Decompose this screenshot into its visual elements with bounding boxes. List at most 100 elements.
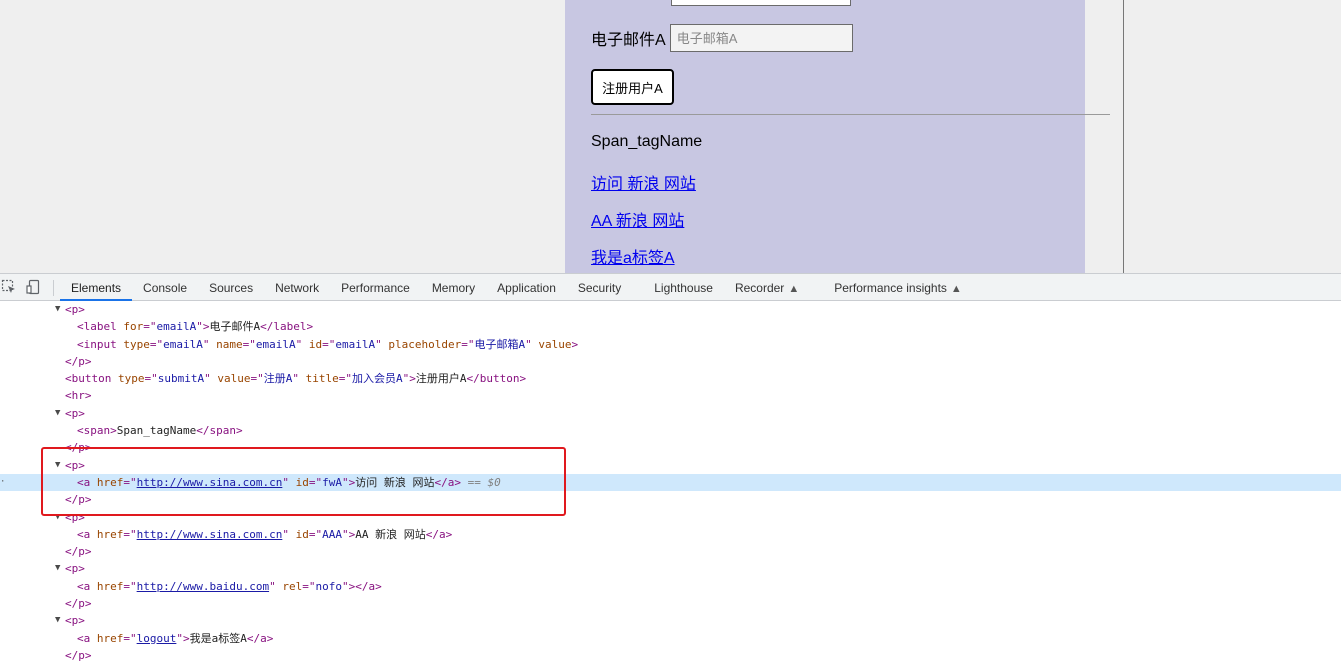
attr-name: href: [96, 579, 124, 593]
tab-performance-insights-label: Performance insights: [834, 281, 947, 295]
devtools-toolbar: Elements Console Sources Network Perform…: [0, 273, 1341, 301]
expand-triangle-icon[interactable]: ▼: [55, 301, 60, 318]
dom-node-p-close[interactable]: </p>: [0, 543, 1341, 560]
tab-console[interactable]: Console: [132, 274, 198, 301]
dom-node-a-selected[interactable]: · <a href="http://www.sina.com.cn" id="fw…: [0, 473, 1341, 492]
link-a-tag[interactable]: 我是a标签A: [591, 244, 675, 268]
dom-node-span[interactable]: <span>Span_tagName</span>: [0, 422, 1341, 439]
selected-row-marker: ·: [0, 476, 6, 487]
attr-name: rel: [282, 579, 303, 593]
expand-triangle-icon[interactable]: ▼: [55, 509, 60, 526]
dom-node-a[interactable]: <a href="logout">我是a标签A</a>: [0, 630, 1341, 647]
tag-name: a: [447, 475, 455, 489]
dom-node-a[interactable]: <a href="http://www.sina.com.cn" id="AAA…: [0, 526, 1341, 543]
tag-name: button: [71, 372, 112, 386]
tag-name: hr: [71, 389, 85, 403]
attr-value: AAA: [322, 527, 342, 541]
attr-name: id: [308, 337, 323, 351]
attr-value: 加入会员A: [351, 372, 403, 386]
expand-triangle-icon[interactable]: ▼: [55, 405, 60, 422]
attr-value: 注册A: [263, 372, 293, 386]
expand-triangle-icon[interactable]: ▼: [55, 457, 60, 474]
node-text: 访问 新浪 网站: [355, 475, 435, 489]
tab-recorder[interactable]: Recorder ▲: [724, 274, 823, 301]
attr-value: emailA: [255, 337, 296, 351]
email-row: 电子邮件A: [591, 24, 853, 52]
tab-sources[interactable]: Sources: [198, 274, 264, 301]
dom-node-p[interactable]: ▼ <p>: [0, 301, 1341, 318]
tag-name: a: [83, 475, 91, 489]
tag-name: a: [83, 527, 91, 541]
tag-name: p: [78, 545, 85, 559]
attr-name: value: [217, 372, 251, 386]
attr-name: value: [538, 337, 572, 351]
tab-lighthouse[interactable]: Lighthouse: [643, 274, 724, 301]
attr-link[interactable]: logout: [137, 632, 177, 645]
tag-name: a: [83, 631, 91, 645]
dom-node-p[interactable]: ▼ <p>: [0, 612, 1341, 629]
dom-node-input[interactable]: <input type="emailA" name="emailA" id="e…: [0, 336, 1341, 353]
tag-name: p: [78, 354, 85, 368]
tab-network[interactable]: Network: [264, 274, 330, 301]
tag-name: p: [71, 406, 79, 420]
inspect-element-icon[interactable]: [1, 279, 17, 295]
attr-link[interactable]: http://www.baidu.com: [137, 580, 269, 593]
tag-name: input: [83, 337, 117, 351]
email-input[interactable]: [669, 24, 853, 52]
tab-performance[interactable]: Performance: [330, 274, 421, 301]
attr-name: for: [123, 320, 144, 334]
dom-node-p[interactable]: ▼ <p>: [0, 509, 1341, 526]
tab-recorder-label: Recorder: [734, 281, 785, 295]
dom-node-button[interactable]: <button type="submitA" value="注册A" title…: [0, 370, 1341, 387]
register-user-button[interactable]: 注册用户A: [591, 69, 674, 105]
span-tagname-text: Span_tagName: [591, 133, 703, 150]
attr-link[interactable]: http://www.sina.com.cn: [137, 476, 283, 489]
dom-node-p-close[interactable]: </p>: [0, 353, 1341, 370]
dom-node-p[interactable]: ▼ <p>: [0, 457, 1341, 474]
page-border: [1123, 0, 1124, 273]
dom-node-p[interactable]: ▼ <p>: [0, 560, 1341, 577]
node-text: Span_tagName: [116, 424, 197, 438]
expand-triangle-icon[interactable]: ▼: [55, 612, 60, 629]
dom-node-p-close[interactable]: </p>: [0, 595, 1341, 612]
attr-name: href: [96, 475, 124, 489]
tab-security[interactable]: Security: [567, 274, 643, 301]
attr-value: emailA: [335, 337, 376, 351]
dom-node-p-close[interactable]: </p>: [0, 439, 1341, 456]
tag-name: label: [273, 320, 307, 334]
tab-performance-insights[interactable]: Performance insights ▲: [823, 274, 973, 301]
tab-memory[interactable]: Memory: [421, 274, 486, 301]
node-text: 我是a标签A: [189, 631, 247, 645]
tag-name: p: [71, 510, 79, 524]
attr-value: fwA: [322, 475, 342, 489]
attr-name: type: [123, 337, 150, 351]
tag-name: span: [83, 424, 111, 438]
previous-input-field[interactable]: [671, 0, 851, 6]
link-visit-sina[interactable]: 访问 新浪 网站: [591, 170, 696, 194]
device-toolbar-icon[interactable]: [26, 279, 42, 295]
dom-node-label[interactable]: <label for="emailA">电子邮件A</label>: [0, 318, 1341, 335]
dom-node-hr[interactable]: <hr>: [0, 387, 1341, 404]
selected-node-marker: == $0: [467, 475, 501, 489]
dom-tree: ▼ <p> <label for="emailA">电子邮件A</label> <…: [0, 301, 1341, 664]
tag-name: p: [71, 614, 79, 628]
dom-node-p[interactable]: ▼ <p>: [0, 405, 1341, 422]
link-aa-sina[interactable]: AA 新浪 网站: [591, 207, 684, 231]
email-label: 电子邮件A: [591, 32, 666, 49]
flask-icon: ▲: [788, 283, 800, 295]
attr-name: href: [96, 631, 124, 645]
tab-application[interactable]: Application: [486, 274, 567, 301]
tag-name: p: [71, 562, 79, 576]
dom-node-p-close[interactable]: </p>: [0, 647, 1341, 664]
attr-name: href: [96, 527, 124, 541]
tab-elements[interactable]: Elements: [60, 274, 133, 301]
tag-name: p: [71, 458, 79, 472]
devtools-panel: Elements Console Sources Network Perform…: [0, 273, 1341, 664]
attr-value: submitA: [157, 372, 205, 386]
node-text: 注册用户A: [415, 372, 467, 386]
dom-node-a[interactable]: <a href="http://www.baidu.com" rel="nofo…: [0, 578, 1341, 595]
attr-link[interactable]: http://www.sina.com.cn: [137, 528, 283, 541]
expand-triangle-icon[interactable]: ▼: [55, 560, 60, 577]
dom-node-p-close[interactable]: </p>: [0, 491, 1341, 508]
attr-value: emailA: [163, 337, 203, 351]
